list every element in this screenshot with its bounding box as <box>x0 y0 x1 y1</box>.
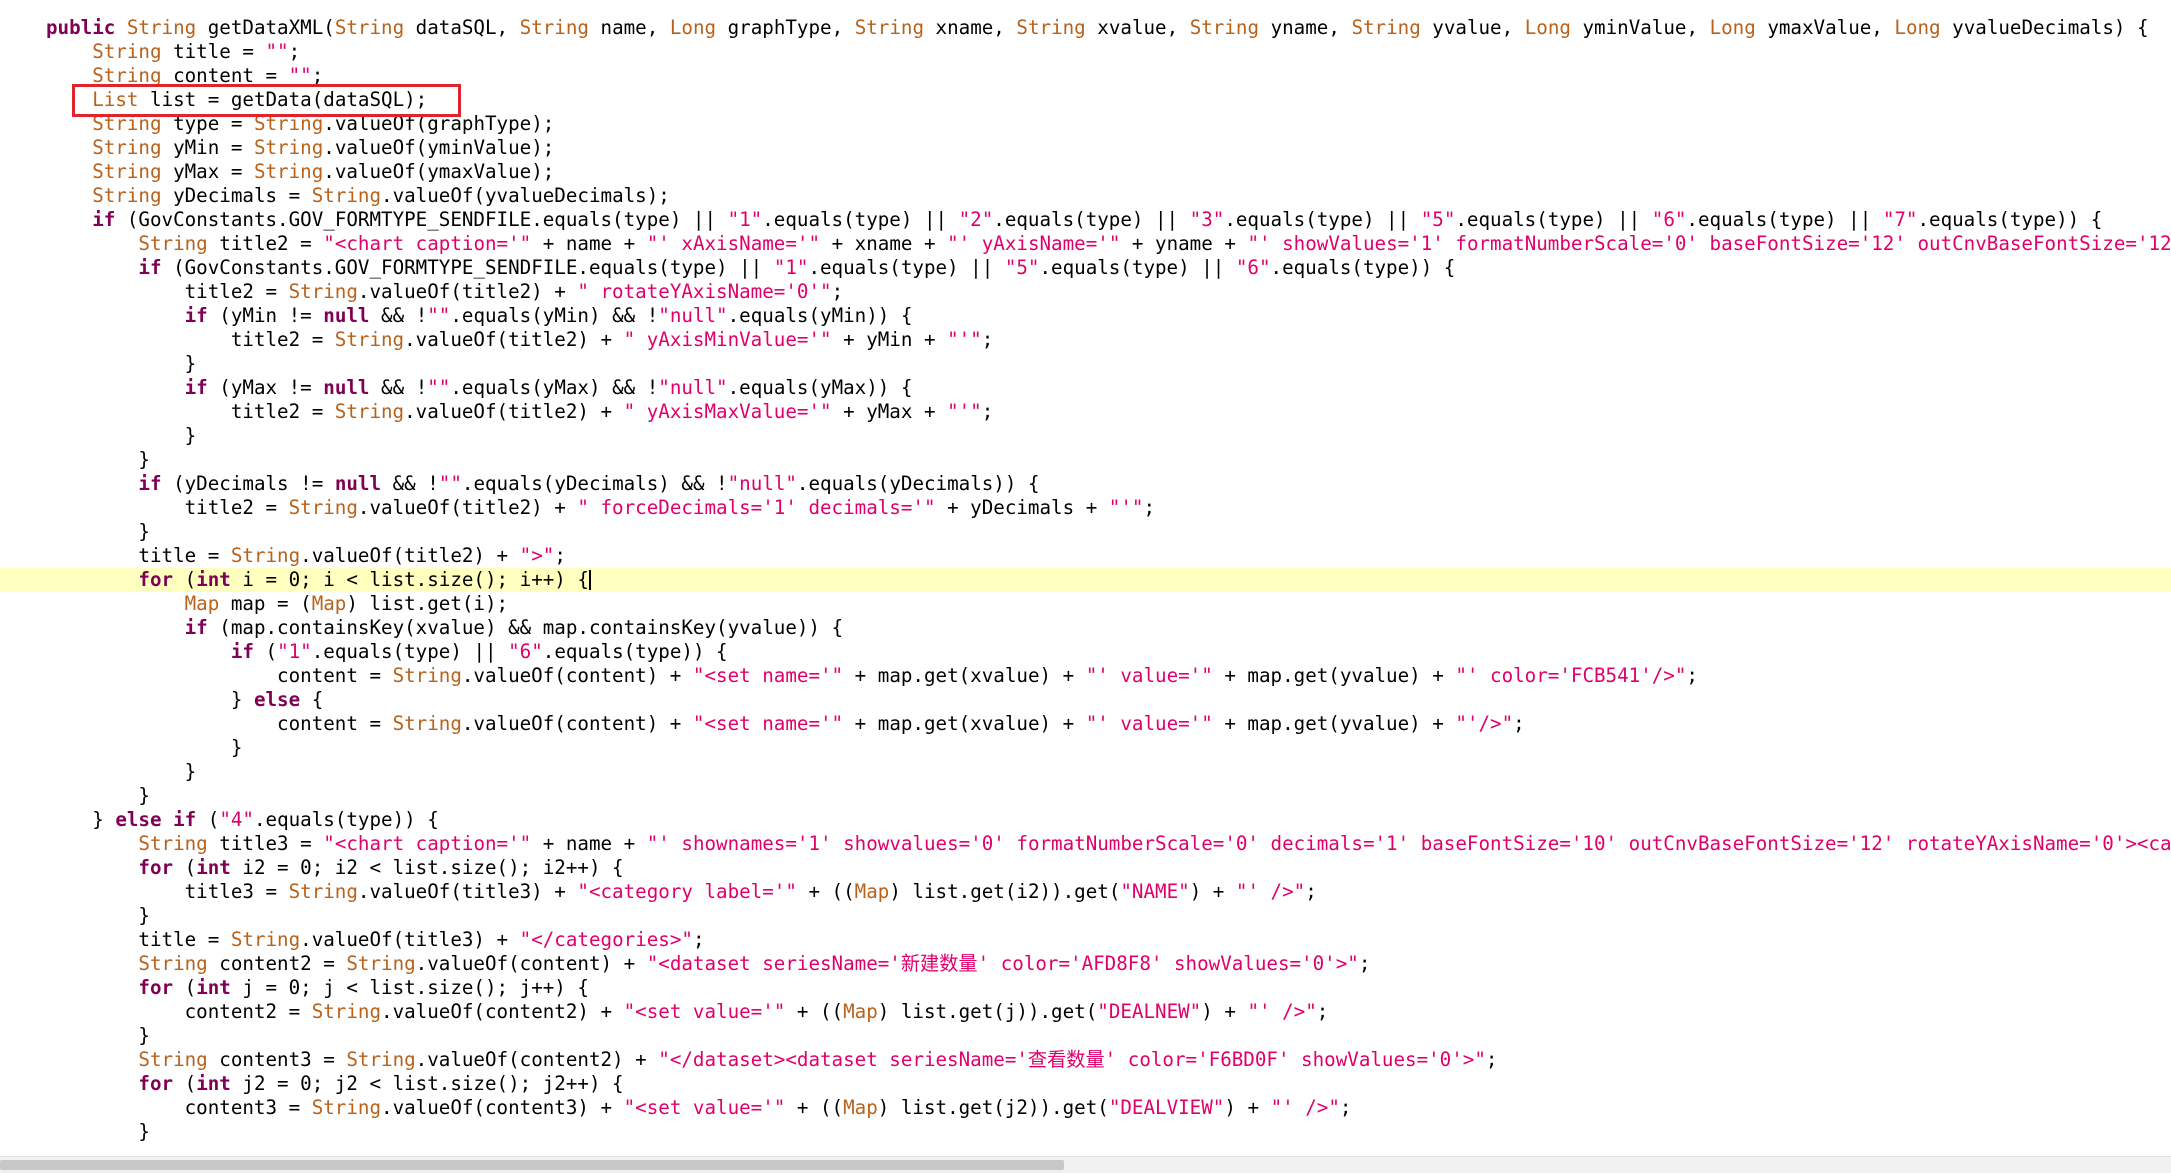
code-line[interactable]: String type = String.valueOf(graphType); <box>0 112 2171 136</box>
code-line-text: title2 = String.valueOf(title2) + " rota… <box>46 280 844 303</box>
code-line-text: } <box>46 448 150 471</box>
code-line[interactable]: if ("1".equals(type) || "6".equals(type)… <box>0 640 2171 664</box>
code-line[interactable]: for (int j2 = 0; j2 < list.size(); j2++)… <box>0 1072 2171 1096</box>
code-line[interactable]: } <box>0 1024 2171 1048</box>
code-line[interactable]: for (int j = 0; j < list.size(); j++) { <box>0 976 2171 1000</box>
code-line-text: } else { <box>46 688 324 711</box>
code-line[interactable]: List list = getData(dataSQL); <box>0 88 2171 112</box>
code-line[interactable]: if (GovConstants.GOV_FORMTYPE_SENDFILE.e… <box>0 208 2171 232</box>
code-line[interactable]: String content2 = String.valueOf(content… <box>0 952 2171 976</box>
code-line-text: content3 = String.valueOf(content3) + "<… <box>46 1096 1352 1119</box>
code-line[interactable]: } <box>0 760 2171 784</box>
code-line-text: String yMin = String.valueOf(yminValue); <box>92 136 555 159</box>
current-code-line[interactable]: for (int i = 0; i < list.size(); i++) { <box>0 568 2171 592</box>
code-line-text: List list = getData(dataSQL); <box>92 88 428 111</box>
code-line-text: title2 = String.valueOf(title2) + " yAxi… <box>46 328 994 351</box>
code-line[interactable]: content = String.valueOf(content) + "<se… <box>0 664 2171 688</box>
code-line-text: if (GovConstants.GOV_FORMTYPE_SENDFILE.e… <box>138 256 1456 279</box>
code-line-text: } <box>46 1120 150 1143</box>
code-line[interactable]: } <box>0 736 2171 760</box>
code-line-text: String title3 = "<chart caption='" + nam… <box>138 832 2171 855</box>
text-cursor <box>588 570 591 590</box>
code-line-text: String content3 = String.valueOf(content… <box>138 1048 1498 1071</box>
code-line-text: } <box>46 784 150 807</box>
code-line-text: for (int i = 0; i < list.size(); i++) { <box>138 568 591 591</box>
code-line-text: } <box>46 1024 150 1047</box>
code-line-text: if (GovConstants.GOV_FORMTYPE_SENDFILE.e… <box>92 208 2103 231</box>
code-line[interactable]: title3 = String.valueOf(title3) + "<cate… <box>0 880 2171 904</box>
code-line[interactable]: content3 = String.valueOf(content3) + "<… <box>0 1096 2171 1120</box>
horizontal-scrollbar-thumb[interactable] <box>0 1160 1064 1170</box>
code-line-text: } <box>46 424 197 447</box>
code-line-text: content = String.valueOf(content) + "<se… <box>46 712 1525 735</box>
code-line[interactable]: title = String.valueOf(title3) + "</cate… <box>0 928 2171 952</box>
code-line[interactable]: String title3 = "<chart caption='" + nam… <box>0 832 2171 856</box>
code-line[interactable]: if (yMax != null && !"".equals(yMax) && … <box>0 376 2171 400</box>
code-line-text: title = String.valueOf(title3) + "</cate… <box>46 928 705 951</box>
code-line[interactable]: if (yDecimals != null && !"".equals(yDec… <box>0 472 2171 496</box>
code-line-text: title2 = String.valueOf(title2) + " forc… <box>46 496 1156 519</box>
code-line-text: } <box>46 520 150 543</box>
code-line[interactable]: title2 = String.valueOf(title2) + " forc… <box>0 496 2171 520</box>
code-editor[interactable]: public String getDataXML(String dataSQL,… <box>0 0 2171 1156</box>
code-line-text: for (int j = 0; j < list.size(); j++) { <box>138 976 589 999</box>
code-line[interactable]: } else if ("4".equals(type)) { <box>0 808 2171 832</box>
code-line[interactable]: } else { <box>0 688 2171 712</box>
code-line[interactable]: } <box>0 904 2171 928</box>
code-line-text: } else if ("4".equals(type)) { <box>46 808 439 831</box>
code-line-text: if (yMax != null && !"".equals(yMax) && … <box>184 376 913 399</box>
code-line-text: String title2 = "<chart caption='" + nam… <box>138 232 2171 255</box>
code-line-text: } <box>46 904 150 927</box>
code-line-text: String yMax = String.valueOf(ymaxValue); <box>92 160 555 183</box>
code-line[interactable]: String yMin = String.valueOf(yminValue); <box>0 136 2171 160</box>
code-line[interactable]: Map map = (Map) list.get(i); <box>0 592 2171 616</box>
code-line-text: } <box>46 736 243 759</box>
code-line[interactable]: } <box>0 1120 2171 1144</box>
code-line-text: for (int i2 = 0; i2 < list.size(); i2++)… <box>138 856 624 879</box>
code-line-text: public String getDataXML(String dataSQL,… <box>46 16 2149 39</box>
code-line[interactable]: } <box>0 352 2171 376</box>
code-line[interactable]: content2 = String.valueOf(content2) + "<… <box>0 1000 2171 1024</box>
code-line-text: Map map = (Map) list.get(i); <box>184 592 509 615</box>
code-line[interactable]: String title2 = "<chart caption='" + nam… <box>0 232 2171 256</box>
horizontal-scrollbar[interactable] <box>0 1156 2171 1173</box>
code-line[interactable]: title = String.valueOf(title2) + ">"; <box>0 544 2171 568</box>
code-line[interactable]: title2 = String.valueOf(title2) + " rota… <box>0 280 2171 304</box>
code-line[interactable]: if (map.containsKey(xvalue) && map.conta… <box>0 616 2171 640</box>
code-line-text: if (yDecimals != null && !"".equals(yDec… <box>138 472 1040 495</box>
code-line-text: String title = ""; <box>92 40 301 63</box>
code-line[interactable]: title2 = String.valueOf(title2) + " yAxi… <box>0 328 2171 352</box>
code-line[interactable]: public String getDataXML(String dataSQL,… <box>0 16 2171 40</box>
code-line[interactable]: } <box>0 448 2171 472</box>
code-line-text: } <box>46 760 197 783</box>
code-lines: public String getDataXML(String dataSQL,… <box>0 16 2171 1144</box>
code-line-text: if ("1".equals(type) || "6".equals(type)… <box>230 640 728 663</box>
code-line-text: content2 = String.valueOf(content2) + "<… <box>46 1000 1329 1023</box>
code-line-text: title2 = String.valueOf(title2) + " yAxi… <box>46 400 994 423</box>
code-line[interactable]: for (int i2 = 0; i2 < list.size(); i2++)… <box>0 856 2171 880</box>
code-line[interactable]: } <box>0 520 2171 544</box>
code-line-text: String type = String.valueOf(graphType); <box>92 112 555 135</box>
code-line[interactable]: title2 = String.valueOf(title2) + " yAxi… <box>0 400 2171 424</box>
code-line[interactable]: String content3 = String.valueOf(content… <box>0 1048 2171 1072</box>
code-line-text: String content = ""; <box>92 64 324 87</box>
code-line-text: String yDecimals = String.valueOf(yvalue… <box>92 184 670 207</box>
code-line-text: for (int j2 = 0; j2 < list.size(); j2++)… <box>138 1072 624 1095</box>
code-line-text: title3 = String.valueOf(title3) + "<cate… <box>46 880 1317 903</box>
code-line-text: if (yMin != null && !"".equals(yMin) && … <box>184 304 913 327</box>
code-line[interactable]: if (yMin != null && !"".equals(yMin) && … <box>0 304 2171 328</box>
code-line-text: if (map.containsKey(xvalue) && map.conta… <box>184 616 844 639</box>
code-line[interactable]: if (GovConstants.GOV_FORMTYPE_SENDFILE.e… <box>0 256 2171 280</box>
code-line[interactable]: } <box>0 424 2171 448</box>
code-line[interactable]: String title = ""; <box>0 40 2171 64</box>
code-line[interactable]: content = String.valueOf(content) + "<se… <box>0 712 2171 736</box>
code-line[interactable]: String yMax = String.valueOf(ymaxValue); <box>0 160 2171 184</box>
code-line[interactable]: String yDecimals = String.valueOf(yvalue… <box>0 184 2171 208</box>
code-line[interactable]: } <box>0 784 2171 808</box>
code-line-text: content = String.valueOf(content) + "<se… <box>46 664 1698 687</box>
code-line-text: String content2 = String.valueOf(content… <box>138 952 1371 975</box>
code-line-text: } <box>46 352 197 375</box>
code-line[interactable]: String content = ""; <box>0 64 2171 88</box>
code-line-text: title = String.valueOf(title2) + ">"; <box>46 544 566 567</box>
